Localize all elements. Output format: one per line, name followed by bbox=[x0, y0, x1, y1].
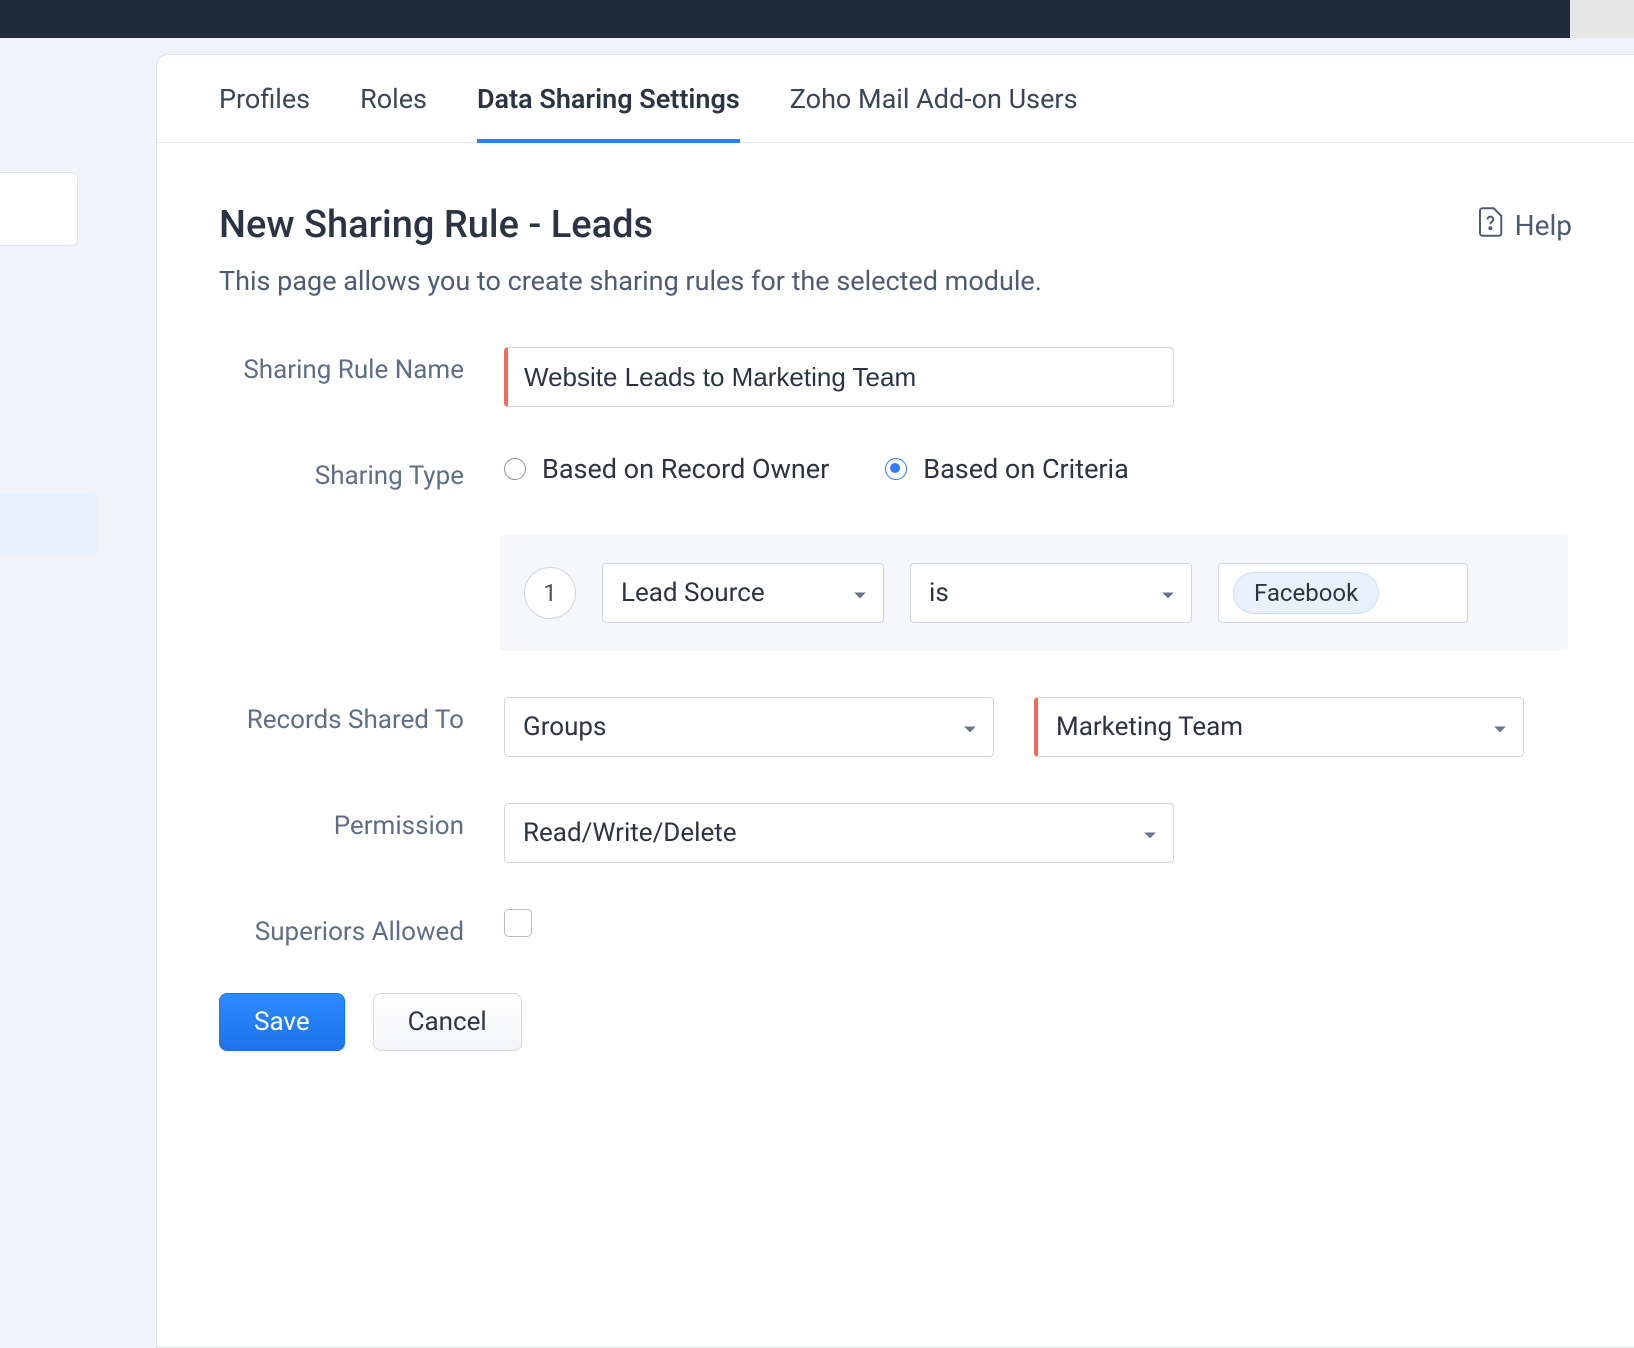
superiors-allowed-checkbox[interactable] bbox=[504, 909, 532, 937]
chevron-down-icon bbox=[1161, 578, 1175, 608]
label-sharing-type: Sharing Type bbox=[219, 453, 504, 491]
top-bar-right-stub bbox=[1570, 0, 1634, 38]
tab-data-sharing-settings[interactable]: Data Sharing Settings bbox=[477, 83, 740, 143]
help-link[interactable]: Help bbox=[1477, 207, 1572, 244]
records-shared-to-type-value: Groups bbox=[523, 712, 606, 742]
help-icon bbox=[1477, 207, 1503, 244]
help-label: Help bbox=[1515, 209, 1572, 242]
label-records-shared-to: Records Shared To bbox=[219, 697, 504, 735]
criteria-field-value: Lead Source bbox=[621, 578, 765, 608]
tab-profiles[interactable]: Profiles bbox=[219, 83, 310, 142]
page-title: New Sharing Rule - Leads bbox=[219, 203, 653, 247]
criteria-operator-value: is bbox=[929, 578, 949, 608]
records-shared-to-target-select[interactable]: Marketing Team bbox=[1034, 697, 1524, 757]
label-sharing-rule-name: Sharing Rule Name bbox=[219, 347, 504, 385]
records-shared-to-type-select[interactable]: Groups bbox=[504, 697, 994, 757]
tab-zoho-mail-addon-users[interactable]: Zoho Mail Add-on Users bbox=[790, 83, 1078, 142]
chevron-down-icon bbox=[853, 578, 867, 608]
label-permission: Permission bbox=[219, 803, 504, 841]
top-bar bbox=[0, 0, 1634, 38]
chevron-down-icon bbox=[1143, 818, 1157, 848]
tab-roles[interactable]: Roles bbox=[360, 83, 427, 142]
radio-based-on-record-owner[interactable]: Based on Record Owner bbox=[504, 453, 829, 485]
main-panel: Profiles Roles Data Sharing Settings Zoh… bbox=[156, 54, 1634, 1348]
cancel-button[interactable]: Cancel bbox=[373, 993, 522, 1051]
records-shared-to-target-value: Marketing Team bbox=[1056, 712, 1243, 742]
criteria-value-input[interactable]: Facebook bbox=[1218, 563, 1468, 623]
sidebar-stub-selected bbox=[0, 494, 98, 556]
chevron-down-icon bbox=[1493, 712, 1507, 742]
chevron-down-icon bbox=[963, 712, 977, 742]
tab-bar: Profiles Roles Data Sharing Settings Zoh… bbox=[157, 55, 1634, 143]
label-superiors-allowed: Superiors Allowed bbox=[219, 909, 504, 947]
page-subtitle: This page allows you to create sharing r… bbox=[219, 265, 1572, 297]
permission-value: Read/Write/Delete bbox=[523, 818, 737, 848]
radio-circle-icon bbox=[885, 458, 907, 480]
save-button[interactable]: Save bbox=[219, 993, 345, 1051]
criteria-builder-row: 1 Lead Source is Facebook bbox=[500, 535, 1568, 651]
criteria-field-select[interactable]: Lead Source bbox=[602, 563, 884, 623]
criteria-operator-select[interactable]: is bbox=[910, 563, 1192, 623]
sidebar-stub-box bbox=[0, 172, 78, 246]
criteria-index-badge: 1 bbox=[524, 567, 576, 619]
radio-criteria-label: Based on Criteria bbox=[923, 453, 1129, 485]
radio-based-on-criteria[interactable]: Based on Criteria bbox=[885, 453, 1129, 485]
radio-owner-label: Based on Record Owner bbox=[542, 453, 829, 485]
radio-circle-icon bbox=[504, 458, 526, 480]
criteria-value-tag[interactable]: Facebook bbox=[1233, 572, 1379, 614]
sharing-rule-name-input[interactable] bbox=[504, 347, 1174, 407]
permission-select[interactable]: Read/Write/Delete bbox=[504, 803, 1174, 863]
